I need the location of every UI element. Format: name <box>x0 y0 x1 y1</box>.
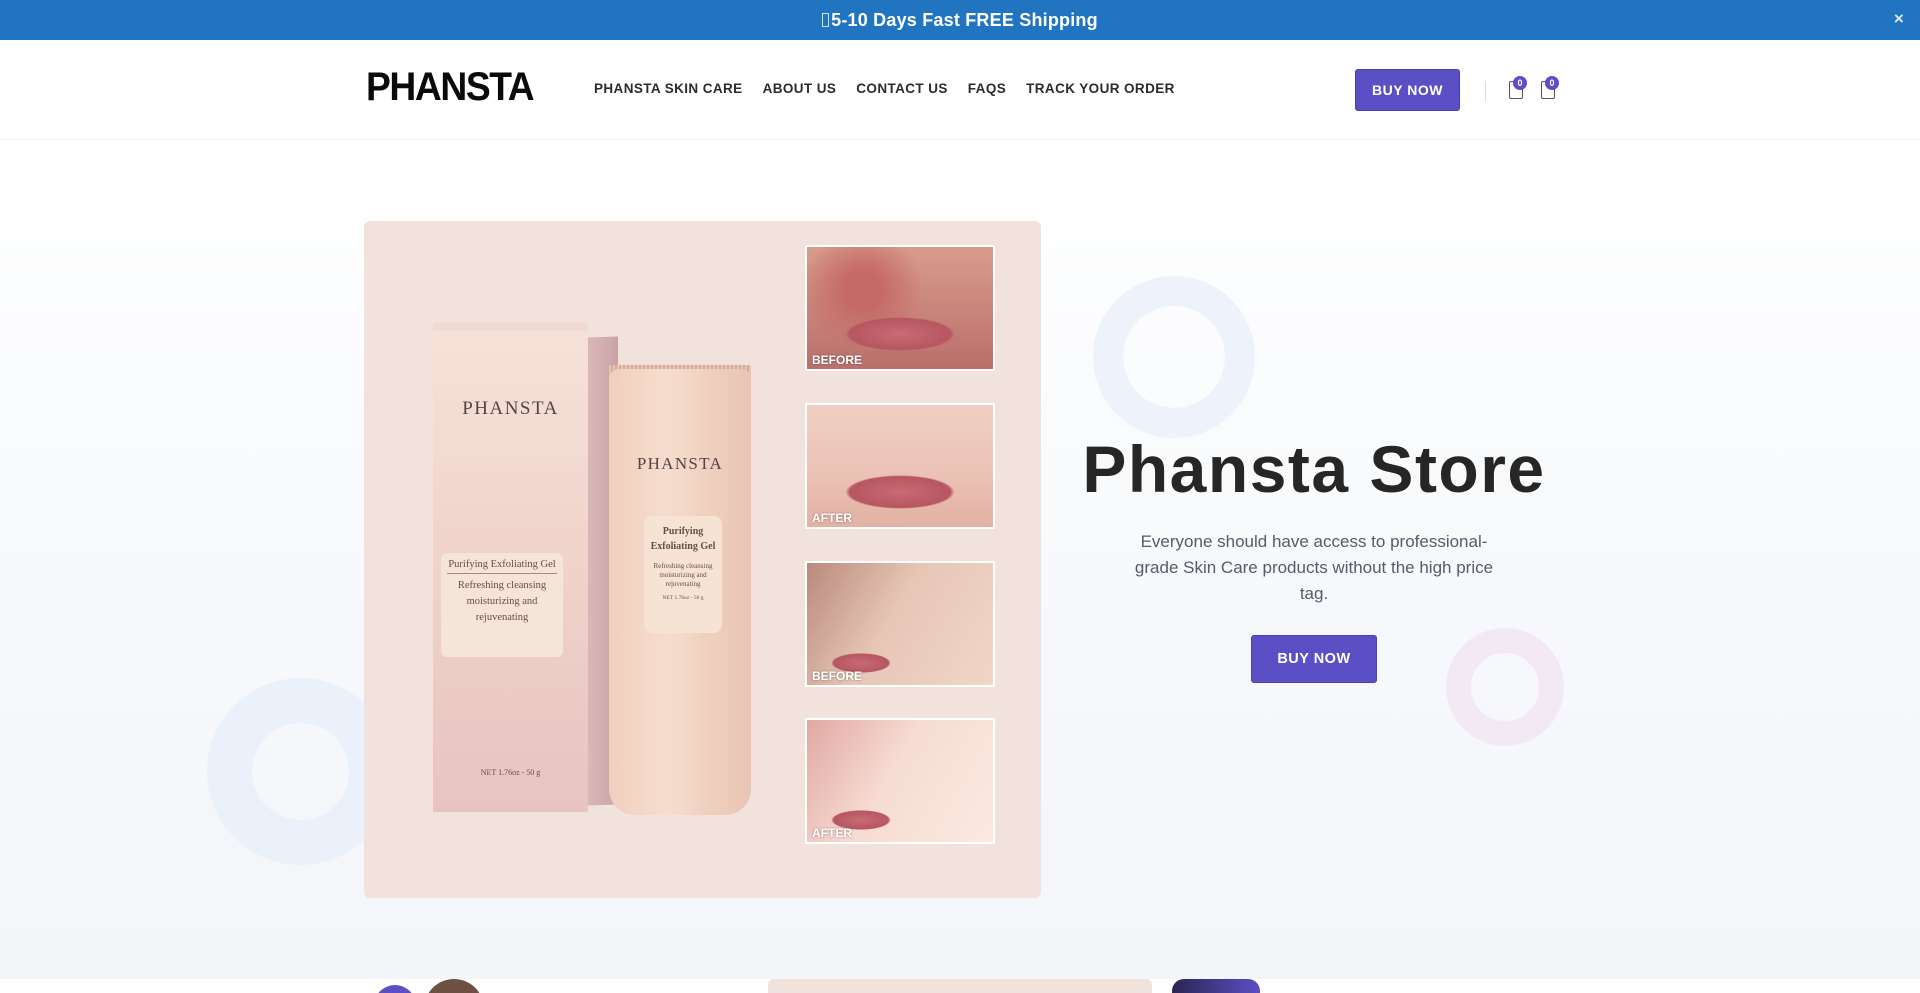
announcement-bar: 5-10 Days Fast FREE Shipping × <box>0 0 1920 40</box>
photo-tag: BEFORE <box>812 353 863 367</box>
photo-tag: AFTER <box>812 511 852 525</box>
hero-title: Phansta Store <box>1082 432 1546 506</box>
product-box-label: Purifying Exfoliating Gel Refreshing cle… <box>441 553 563 657</box>
accent-circle <box>374 985 416 993</box>
next-section-card <box>366 979 506 993</box>
decorative-ring <box>1446 628 1564 746</box>
site-header: PHANSTA PHANSTA SKIN CARE ABOUT US CONTA… <box>0 40 1920 140</box>
wishlist-count-badge: 0 <box>1513 76 1527 90</box>
product-box-label-text: Refreshing cleansing moisturizing and re… <box>457 580 547 623</box>
product-box-top <box>433 323 588 331</box>
product-box-net-weight: NET 1.76oz - 50 g <box>480 768 541 777</box>
after-photo: AFTER <box>805 718 995 844</box>
nav-item-phansta-skin-care[interactable]: PHANSTA SKIN CARE <box>594 81 743 96</box>
hero-buy-now-button[interactable]: BUY NOW <box>1251 635 1377 683</box>
site-logo[interactable]: PHANSTA <box>366 65 535 110</box>
cart-count-badge: 0 <box>1545 76 1559 90</box>
close-icon[interactable]: × <box>1894 9 1904 29</box>
photo-tag: AFTER <box>812 826 852 840</box>
after-photo: AFTER <box>805 403 995 529</box>
photo-tag: BEFORE <box>812 669 863 683</box>
next-section-promo-image <box>1172 979 1260 993</box>
announcement-text: 5-10 Days Fast FREE Shipping <box>831 9 1098 30</box>
header-divider <box>1485 81 1486 101</box>
before-photo: BEFORE <box>805 561 995 687</box>
truck-icon <box>822 13 830 27</box>
before-photo: BEFORE <box>805 245 995 371</box>
decorative-ring <box>1093 276 1255 438</box>
nav-item-track-your-order[interactable]: TRACK YOUR ORDER <box>1026 81 1175 96</box>
lips-shape <box>845 317 955 351</box>
nav-item-about-us[interactable]: ABOUT US <box>763 81 837 96</box>
product-tube-label-title: Purifying Exfoliating Gel <box>650 526 716 552</box>
product-tube-brand: PHANSTA <box>636 454 724 473</box>
product-tube-label-text: Refreshing cleansing moisturizing and re… <box>653 562 713 588</box>
next-section-product-image <box>768 979 1152 993</box>
product-box-label-title: Purifying Exfoliating Gel <box>447 559 557 574</box>
product-tube-label: Purifying Exfoliating Gel Refreshing cle… <box>644 516 722 633</box>
lips-shape <box>845 475 955 509</box>
nav-item-contact-us[interactable]: CONTACT US <box>856 81 948 96</box>
product-tube-net-weight: NET 1.76oz - 50 g <box>662 595 704 601</box>
hero-section: PHANSTA Purifying Exfoliating Gel Refres… <box>0 141 1920 979</box>
main-nav: PHANSTA SKIN CARE ABOUT US CONTACT US FA… <box>594 81 1175 96</box>
nav-item-faqs[interactable]: FAQS <box>968 81 1006 96</box>
product-box-brand: PHANSTA <box>462 398 559 419</box>
model-photo <box>424 979 484 993</box>
hero-description: Everyone should have access to professio… <box>1134 532 1494 603</box>
header-buy-now-button[interactable]: BUY NOW <box>1355 69 1460 111</box>
product-image: PHANSTA Purifying Exfoliating Gel Refres… <box>364 221 1041 898</box>
